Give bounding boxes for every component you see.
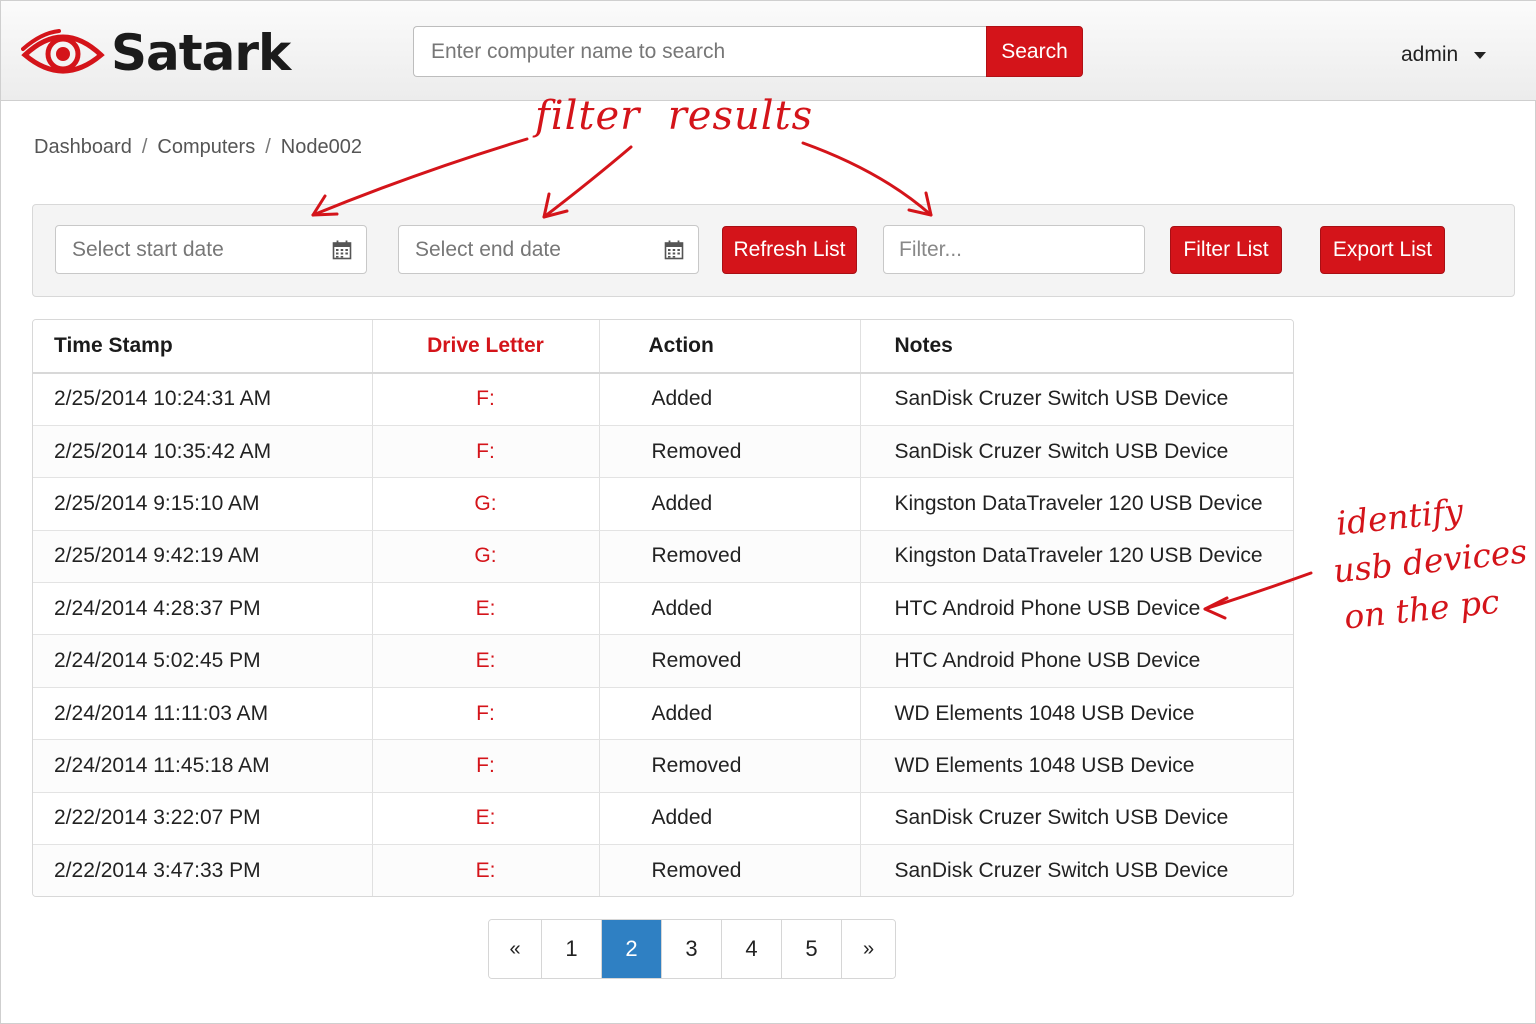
cell-notes: HTC Android Phone USB Device [860, 582, 1293, 636]
annotation-identify-usb: identify usb devices on the pc [1326, 481, 1534, 642]
page-4[interactable]: 4 [722, 920, 782, 978]
cell-timestamp: 2/22/2014 3:47:33 PM [33, 844, 373, 896]
cell-timestamp: 2/25/2014 9:42:19 AM [33, 530, 373, 584]
refresh-list-button[interactable]: Refresh List [722, 226, 857, 274]
filter-list-button[interactable]: Filter List [1170, 226, 1282, 274]
end-date-picker[interactable] [398, 225, 699, 274]
eye-icon [21, 29, 105, 74]
cell-timestamp: 2/24/2014 11:11:03 AM [33, 687, 373, 741]
pagination-prev[interactable]: « [489, 920, 542, 978]
page-5[interactable]: 5 [782, 920, 842, 978]
breadcrumb-separator: / [141, 136, 148, 158]
filter-panel: Refresh List Filter List Export List [32, 204, 1515, 297]
filter-input[interactable] [883, 225, 1145, 274]
export-list-button[interactable]: Export List [1320, 226, 1445, 274]
cell-action: Removed [599, 530, 861, 584]
cell-notes: WD Elements 1048 USB Device [860, 739, 1293, 793]
cell-timestamp: 2/25/2014 10:35:42 AM [33, 425, 373, 479]
breadcrumb-current: Node002 [280, 136, 362, 158]
table-row[interactable]: 2/22/2014 3:22:07 PM E: Added SanDisk Cruze… [33, 792, 1293, 846]
cell-timestamp: 2/24/2014 11:45:18 AM [33, 739, 373, 793]
breadcrumb-computers[interactable]: Computers [157, 136, 255, 159]
cell-drive-letter: G: [372, 530, 600, 584]
table-row[interactable]: 2/24/2014 5:02:45 PM E: Removed HTC Android… [33, 634, 1293, 688]
cell-drive-letter: F: [372, 687, 600, 741]
cell-timestamp: 2/22/2014 3:22:07 PM [33, 792, 373, 846]
cell-drive-letter: F: [372, 739, 600, 793]
brand[interactable]: Satark [21, 23, 291, 83]
cell-drive-letter: E: [372, 844, 600, 896]
calendar-icon[interactable] [332, 240, 352, 260]
user-name: admin [1401, 43, 1459, 66]
cell-notes: HTC Android Phone USB Device [860, 634, 1293, 688]
table-row[interactable]: 2/24/2014 4:28:37 PM E: Added HTC Android P… [33, 582, 1293, 636]
table-body: 2/25/2014 10:24:31 AM F: Added SanDisk Cruz… [33, 373, 1293, 896]
breadcrumb-dashboard[interactable]: Dashboard [34, 136, 132, 159]
top-navbar: Satark Search admin [1, 1, 1536, 101]
search-bar: Search [413, 26, 1083, 77]
table-row[interactable]: 2/25/2014 9:42:19 AM G: Removed Kingston Da… [33, 530, 1293, 584]
page-1[interactable]: 1 [542, 920, 602, 978]
cell-drive-letter: G: [372, 477, 600, 531]
calendar-icon[interactable] [664, 240, 684, 260]
column-header-drive-letter[interactable]: Drive Letter [372, 320, 600, 374]
cell-timestamp: 2/25/2014 9:15:10 AM [33, 477, 373, 531]
page-3[interactable]: 3 [662, 920, 722, 978]
table-row[interactable]: 2/25/2014 10:35:42 AM F: Removed SanDisk Cr… [33, 425, 1293, 479]
cell-action: Added [599, 792, 861, 846]
cell-notes: Kingston DataTraveler 120 USB Device [860, 530, 1293, 584]
cell-drive-letter: E: [372, 634, 600, 688]
column-header-timestamp[interactable]: Time Stamp [33, 320, 373, 374]
cell-action: Added [599, 582, 861, 636]
search-input[interactable] [413, 26, 986, 77]
cell-timestamp: 2/25/2014 10:24:31 AM [33, 373, 373, 426]
start-date-picker[interactable] [55, 225, 367, 274]
table-row[interactable]: 2/24/2014 11:11:03 AM F: Added WD Elements … [33, 687, 1293, 741]
cell-notes: SanDisk Cruzer Switch USB Device [860, 373, 1293, 426]
column-header-notes[interactable]: Notes [860, 320, 1293, 374]
cell-action: Removed [599, 739, 861, 793]
cell-notes: Kingston DataTraveler 120 USB Device [860, 477, 1293, 531]
page-2[interactable]: 2 [602, 920, 662, 978]
cell-drive-letter: E: [372, 582, 600, 636]
start-date-input[interactable] [56, 226, 326, 273]
cell-drive-letter: E: [372, 792, 600, 846]
user-menu[interactable]: admin [1401, 43, 1487, 67]
cell-action: Removed [599, 425, 861, 479]
chevron-down-icon [1474, 51, 1487, 59]
cell-notes: SanDisk Cruzer Switch USB Device [860, 844, 1293, 896]
pagination: « 1 2 3 4 5 » [488, 919, 896, 979]
breadcrumb: Dashboard / Computers / Node002 [34, 136, 362, 159]
brand-name: Satark [111, 24, 291, 82]
annotation-filter-results: filter results [535, 93, 814, 139]
search-button[interactable]: Search [986, 26, 1083, 77]
table-row[interactable]: 2/22/2014 3:47:33 PM E: Removed SanDisk Cru… [33, 844, 1293, 896]
cell-action: Added [599, 477, 861, 531]
end-date-input[interactable] [399, 226, 659, 273]
table-row[interactable]: 2/24/2014 11:45:18 AM F: Removed WD Element… [33, 739, 1293, 793]
cell-action: Added [599, 373, 861, 426]
breadcrumb-separator: / [265, 136, 271, 158]
table-header-row: Time Stamp Drive Letter Action Notes [33, 320, 1293, 374]
cell-action: Added [599, 687, 861, 741]
cell-notes: SanDisk Cruzer Switch USB Device [860, 425, 1293, 479]
cell-drive-letter: F: [372, 425, 600, 479]
column-header-action[interactable]: Action [599, 320, 861, 374]
cell-action: Removed [599, 844, 861, 896]
cell-notes: WD Elements 1048 USB Device [860, 687, 1293, 741]
cell-drive-letter: F: [372, 373, 600, 426]
cell-notes: SanDisk Cruzer Switch USB Device [860, 792, 1293, 846]
usb-events-table: Time Stamp Drive Letter Action Notes 2/2… [32, 319, 1294, 897]
cell-timestamp: 2/24/2014 5:02:45 PM [33, 634, 373, 688]
cell-timestamp: 2/24/2014 4:28:37 PM [33, 582, 373, 636]
cell-action: Removed [599, 634, 861, 688]
pagination-next[interactable]: » [842, 920, 895, 978]
table-row[interactable]: 2/25/2014 10:24:31 AM F: Added SanDisk Cruz… [33, 373, 1293, 426]
table-row[interactable]: 2/25/2014 9:15:10 AM G: Added Kingston Data… [33, 477, 1293, 531]
